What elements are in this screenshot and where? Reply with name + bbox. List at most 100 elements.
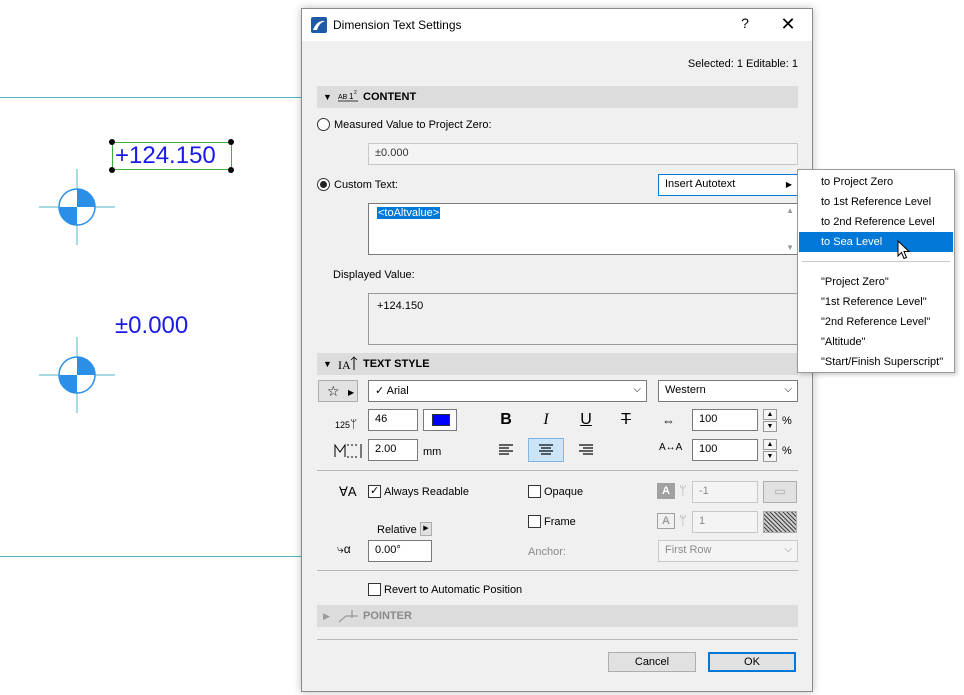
background-pen-icon: A	[657, 483, 675, 499]
menu-item-to-1st-reference-level[interactable]: to 1st Reference Level	[799, 192, 953, 212]
pointer-section-title: POINTER	[363, 610, 412, 622]
chevron-down-icon: ⌵	[784, 384, 792, 395]
font-check-icon: ✓	[375, 385, 385, 397]
measured-value-label: Measured Value to Project Zero:	[334, 119, 492, 131]
guide-line-top	[0, 97, 301, 98]
favorites-button[interactable]: ☆ ▶	[318, 380, 358, 402]
svg-text:2: 2	[354, 90, 357, 96]
elevation-marker-icon[interactable]	[39, 169, 115, 245]
custom-text-value: <toAltvalue>	[377, 207, 441, 219]
menu-item-to-2nd-reference-level[interactable]: to 2nd Reference Level	[799, 212, 953, 232]
strikethrough-button[interactable]: T	[608, 408, 644, 432]
measured-value-radio[interactable]	[317, 118, 330, 131]
script-select[interactable]: Western ⌵	[658, 380, 798, 402]
menu-item-project-zero-text[interactable]: "Project Zero"	[799, 272, 953, 292]
char-spacing-icon: A↔A	[659, 442, 683, 453]
divider	[317, 639, 798, 640]
anchor-select: First Row ⌵	[658, 540, 798, 562]
text-width-unit: %	[782, 415, 792, 427]
chevron-down-icon: ⌵	[633, 384, 641, 395]
mouse-cursor-icon	[897, 240, 911, 260]
background-pen-input: -1	[692, 481, 758, 503]
char-spacing-stepper[interactable]: ▲ ▼	[763, 439, 777, 463]
divider	[317, 570, 798, 571]
font-select[interactable]: ✓ Arial ⌵	[368, 380, 647, 402]
text-size-input[interactable]: 46	[368, 409, 418, 431]
selected-info: Selected: 1 Editable: 1	[687, 58, 798, 70]
align-right-icon[interactable]	[568, 438, 604, 462]
measured-value-field: ±0.000	[368, 143, 798, 165]
displayed-value-box: +124.150	[368, 293, 798, 345]
content-section-header[interactable]: ▼ AB 1 2 CONTENT	[317, 86, 798, 108]
content-section-title: CONTENT	[363, 91, 417, 103]
bold-button[interactable]: B	[488, 408, 524, 432]
text-size-icon: 125ᛘ	[335, 417, 358, 431]
underline-button[interactable]: U	[568, 408, 604, 432]
divider	[317, 470, 798, 471]
submenu-arrow-icon: ▶	[785, 180, 792, 189]
font-value: Arial	[386, 385, 409, 397]
menu-item-2nd-reference-level-text[interactable]: "2nd Reference Level"	[799, 312, 953, 332]
align-left-icon[interactable]	[488, 438, 524, 462]
text-width-stepper[interactable]: ▲ ▼	[763, 409, 777, 433]
title-bar[interactable]: Dimension Text Settings ? ✕	[302, 9, 812, 41]
pen-icon: ᛘ	[679, 513, 687, 528]
menu-item-altitude-text[interactable]: "Altitude"	[799, 332, 953, 352]
frame-pen-input: 1	[692, 511, 758, 533]
menu-item-to-sea-level[interactable]: to Sea Level	[799, 232, 953, 252]
text-color-button[interactable]	[423, 409, 457, 431]
anchor-value: First Row	[665, 544, 712, 556]
text-style-section-title: TEXT STYLE	[363, 358, 430, 370]
svg-text:IA: IA	[338, 358, 351, 372]
frame-checkbox[interactable]	[528, 515, 541, 528]
menu-item-1st-reference-level-text[interactable]: "1st Reference Level"	[799, 292, 953, 312]
rotation-angle-input[interactable]: 0.00°	[368, 540, 432, 562]
frame-label: Frame	[544, 516, 576, 528]
opaque-label: Opaque	[544, 486, 584, 498]
star-icon: ☆	[327, 383, 340, 399]
char-spacing-unit: %	[782, 445, 792, 457]
always-readable-checkbox[interactable]	[368, 484, 381, 498]
text-width-input[interactable]: 100	[692, 409, 758, 431]
scroll-down-icon[interactable]: ▼	[786, 243, 794, 252]
dialog-title: Dimension Text Settings	[333, 18, 462, 32]
displayed-value-label: Displayed Value:	[333, 269, 415, 281]
svg-text:AB: AB	[338, 94, 348, 101]
selection-handle[interactable]	[228, 167, 234, 173]
pointer-icon	[338, 610, 358, 623]
chevron-down-icon: ⌵	[784, 544, 792, 555]
relative-label: Relative	[377, 524, 417, 536]
close-button[interactable]: ✕	[778, 14, 798, 35]
text-style-icon: IA	[338, 356, 358, 372]
menu-item-start-finish-superscript[interactable]: "Start/Finish Superscript"	[799, 352, 953, 372]
cancel-button[interactable]: Cancel	[608, 652, 696, 672]
text-color-swatch	[432, 414, 450, 426]
char-spacing-input[interactable]: 100	[692, 439, 758, 461]
opaque-checkbox[interactable]	[528, 485, 541, 498]
revert-position-checkbox[interactable]	[368, 583, 381, 596]
elevation-text-bottom[interactable]: ±0.000	[115, 312, 188, 340]
elevation-marker-icon[interactable]	[39, 337, 115, 413]
ok-button[interactable]: OK	[708, 652, 796, 672]
insert-autotext-label: Insert Autotext	[665, 178, 736, 190]
menu-item-to-project-zero[interactable]: to Project Zero	[799, 172, 953, 192]
anchor-label: Anchor:	[528, 546, 566, 558]
custom-text-radio[interactable]	[317, 178, 330, 191]
italic-button[interactable]: I	[528, 408, 564, 432]
custom-text-area[interactable]: <toAltvalue> ▲ ▼	[368, 203, 798, 255]
align-center-button[interactable]	[528, 438, 564, 462]
text-width-icon: ⇔	[662, 413, 675, 428]
line-spacing-input[interactable]: 2.00	[368, 439, 418, 461]
relative-button[interactable]: ▶	[420, 522, 432, 536]
frame-pen-icon: A	[657, 513, 675, 529]
text-style-section-header[interactable]: ▼ IA TEXT STYLE	[317, 353, 798, 375]
pointer-section-header[interactable]: ▶ POINTER	[317, 605, 798, 627]
scroll-up-icon[interactable]: ▲	[786, 206, 794, 215]
insert-autotext-button[interactable]: Insert Autotext ▶	[658, 174, 798, 196]
selection-handle[interactable]	[228, 139, 234, 145]
help-button[interactable]: ?	[736, 15, 754, 31]
submenu-arrow-icon: ▶	[348, 388, 355, 397]
custom-text-label: Custom Text:	[334, 179, 398, 191]
elevation-text-top[interactable]: +124.150	[115, 142, 216, 170]
app-logo-icon	[311, 17, 327, 33]
